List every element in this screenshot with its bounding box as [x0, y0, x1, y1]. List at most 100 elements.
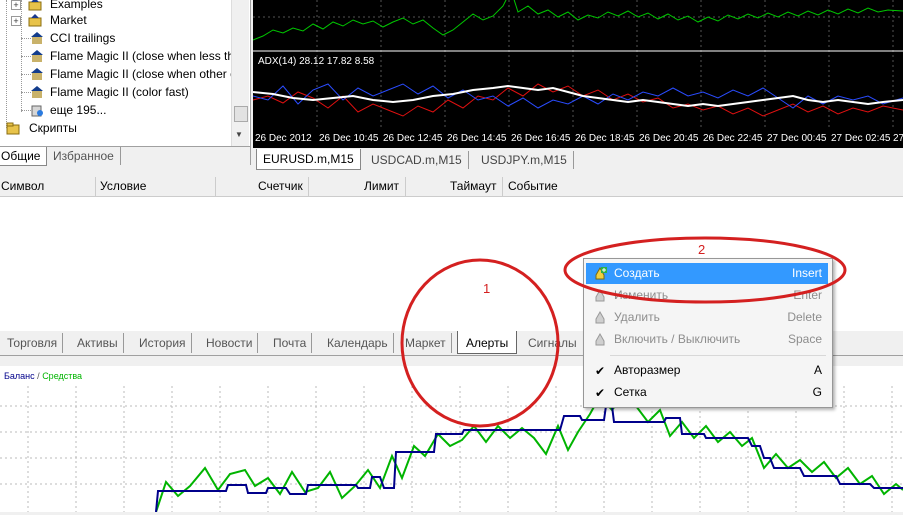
navigator-item-flame-magic-2[interactable]: Flame Magic II (close when other c: [0, 65, 236, 83]
navigator-item-label: Flame Magic II (color fast): [50, 85, 189, 99]
menu-item-label: Авторазмер: [614, 363, 681, 377]
time-label: 27 Dec 02:45: [831, 133, 891, 144]
expand-plus-icon[interactable]: +: [11, 0, 21, 10]
tab-general[interactable]: Общие: [0, 147, 48, 166]
expert-hat-icon: [30, 31, 44, 45]
check-icon: ✔: [594, 364, 606, 378]
expert-hat-icon: [30, 67, 44, 81]
time-label: 26 Dec 18:45: [575, 133, 635, 144]
indicator-label: ADX(14) 28.12 17.82 8.58: [258, 56, 375, 67]
navigator-item-flame-magic-1[interactable]: Flame Magic II (close when less th: [0, 47, 234, 65]
navigator-panel: + Examples + Market CCI trailings Flame …: [0, 0, 251, 165]
column-divider: [95, 177, 96, 196]
column-divider: [405, 177, 406, 196]
tab-favorites[interactable]: Избранное: [47, 147, 121, 165]
menu-item-shortcut: Space: [787, 332, 822, 346]
menu-item-shortcut: A: [813, 363, 822, 377]
time-label: 26 Dec 22:45: [703, 133, 763, 144]
expert-hat-icon: [30, 49, 44, 63]
time-label: 26 Dec 12:45: [383, 133, 443, 144]
menu-item-shortcut: Enter: [793, 288, 822, 302]
menu-item-toggle[interactable]: Включить / Выключить Space: [586, 329, 828, 350]
menu-item-grid[interactable]: ✔ Сетка G: [586, 382, 828, 403]
menu-item-shortcut: G: [812, 385, 822, 399]
navigator-item-label: CCI trailings: [50, 31, 116, 45]
navigator-item-more[interactable]: еще 195...: [0, 101, 230, 119]
chart-canvas: ADX(14) 28.12 17.82 8.58 26 Dec 2012 26 …: [253, 0, 903, 144]
menu-separator: [610, 355, 826, 356]
navigator-item-label: Скрипты: [29, 121, 77, 135]
time-label: 26 Dec 16:45: [511, 133, 571, 144]
column-header-limit[interactable]: Лимит: [364, 179, 399, 193]
annotation-label-1: 1: [483, 281, 491, 296]
menu-item-label: Сетка: [614, 385, 647, 399]
navigator-item-cci-trailings[interactable]: CCI trailings: [0, 29, 230, 47]
tab-trade[interactable]: Торговля: [2, 333, 64, 353]
time-label: 27 Dec 00:45: [767, 133, 827, 144]
navigator-scrollbar[interactable]: ▼: [231, 0, 249, 148]
expand-plus-icon[interactable]: +: [11, 16, 21, 26]
navigator-item-flame-magic-3[interactable]: Flame Magic II (color fast): [0, 83, 230, 101]
tab-signals[interactable]: Сигналы: [523, 333, 582, 353]
adx-line: [253, 84, 903, 108]
menu-item-shortcut: Delete: [787, 310, 822, 324]
price-line: [253, 0, 903, 41]
tab-market[interactable]: Маркет: [400, 333, 452, 353]
tab-history[interactable]: История: [134, 333, 192, 353]
navigator-item-label: Market: [50, 13, 87, 27]
tab-assets[interactable]: Активы: [72, 333, 124, 353]
menu-item-edit[interactable]: Изменить Enter: [586, 285, 828, 306]
navigator-item-market[interactable]: + Market: [0, 11, 230, 29]
navigator-tabs: Общие Избранное: [0, 146, 250, 167]
expert-hat-icon: [30, 85, 44, 99]
navigator-item-scripts[interactable]: Скрипты: [0, 119, 230, 137]
column-header-event[interactable]: Событие: [508, 179, 558, 193]
folder-hat-icon: [28, 13, 42, 27]
time-label: 26 Dec 14:45: [447, 133, 507, 144]
navigator-item-label: Flame Magic II (close when less th: [50, 49, 235, 63]
price-chart[interactable]: ADX(14) 28.12 17.82 8.58 26 Dec 2012 26 …: [253, 0, 903, 148]
chart-tabs: EURUSD.m,M15 USDCAD.m,M15 USDJPY.m,M15: [253, 149, 903, 171]
column-header-counter[interactable]: Счетчик: [258, 179, 303, 193]
time-label: 27: [893, 133, 903, 144]
menu-item-label: Изменить: [614, 288, 669, 302]
alerts-table-header: Символ Условие Счетчик Лимит Таймаут Соб…: [0, 177, 903, 197]
scrollbar-thumb[interactable]: [234, 106, 248, 122]
time-label: 26 Dec 20:45: [639, 133, 699, 144]
more-icon: [30, 103, 44, 117]
column-header-timeout[interactable]: Таймаут: [450, 179, 496, 193]
tab-calendar[interactable]: Календарь: [322, 333, 394, 353]
alerts-context-menu: Создать Insert Изменить Enter Удалить De…: [583, 258, 833, 408]
scripts-folder-icon: [6, 121, 20, 135]
column-header-symbol[interactable]: Символ: [1, 179, 44, 193]
edit-alert-icon: [592, 288, 608, 304]
delete-alert-icon: [592, 310, 608, 326]
column-divider: [215, 177, 216, 196]
annotation-label-2: 2: [698, 242, 706, 257]
menu-item-label: Создать: [614, 266, 660, 280]
menu-item-shortcut: Insert: [791, 266, 822, 280]
tab-news[interactable]: Новости: [201, 333, 259, 353]
create-alert-icon: [592, 266, 608, 282]
legend-equity: Средства: [42, 371, 83, 381]
equity-legend: Баланс / Средства: [4, 371, 82, 381]
menu-item-delete[interactable]: Удалить Delete: [586, 307, 828, 328]
tab-mailbox[interactable]: Почта: [268, 333, 313, 353]
tab-chart-eurusd[interactable]: EURUSD.m,M15: [256, 149, 361, 170]
legend-balance: Баланс: [4, 371, 35, 381]
time-label: 26 Dec 2012: [255, 133, 312, 144]
menu-item-autosize[interactable]: ✔ Авторазмер A: [586, 360, 828, 381]
menu-item-label: Включить / Выключить: [614, 332, 741, 346]
column-divider: [308, 177, 309, 196]
scroll-down-arrow-icon[interactable]: ▼: [235, 130, 243, 139]
tab-chart-usdjpy[interactable]: USDJPY.m,M15: [475, 151, 574, 169]
folder-hat-icon: [28, 0, 42, 11]
column-divider: [502, 177, 503, 196]
tab-chart-usdcad[interactable]: USDCAD.m,M15: [365, 151, 469, 169]
column-header-condition[interactable]: Условие: [100, 179, 146, 193]
menu-item-create[interactable]: Создать Insert: [586, 263, 828, 284]
tab-alerts[interactable]: Алерты: [457, 331, 518, 354]
navigator-item-label: еще 195...: [50, 103, 107, 117]
check-icon: ✔: [594, 386, 606, 400]
navigator-item-label: Flame Magic II (close when other c: [50, 67, 237, 81]
